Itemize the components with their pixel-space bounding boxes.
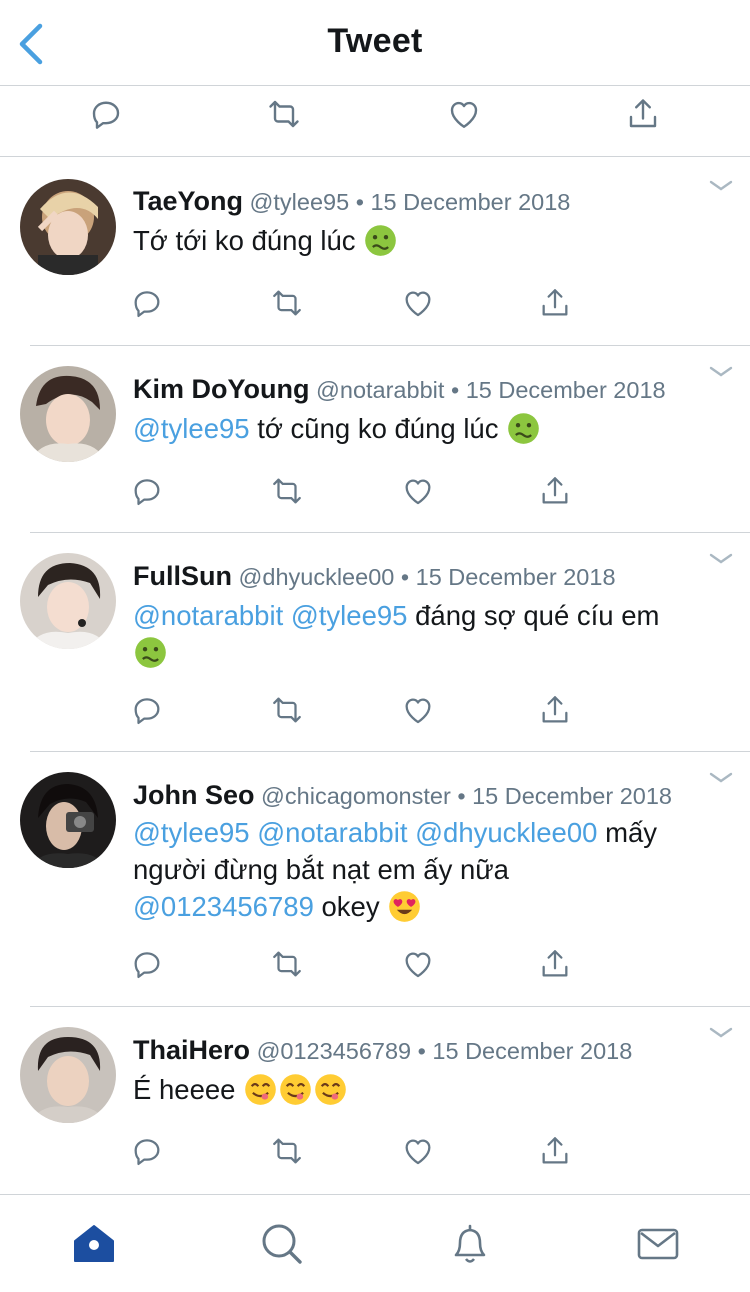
- user-name[interactable]: FullSun: [133, 561, 232, 591]
- avatar[interactable]: [20, 179, 116, 275]
- avatar[interactable]: [20, 366, 116, 462]
- user-handle[interactable]: @notarabbit: [316, 377, 444, 403]
- retweet-icon[interactable]: [270, 947, 306, 983]
- messages-icon[interactable]: [635, 1221, 681, 1267]
- user-name[interactable]: John Seo: [133, 780, 255, 810]
- tweet-text-content: Tớ tới ko đúng lúc: [133, 225, 356, 256]
- tweet-text: @tylee95 tớ cũng ko đúng lúc: [133, 410, 718, 447]
- nauseated-face-emoji: [133, 635, 168, 670]
- chevron-down-icon[interactable]: [708, 1025, 734, 1041]
- tweet-text-content: mấy: [605, 817, 658, 848]
- tweet-text-content: É heeee: [133, 1074, 236, 1105]
- avatar[interactable]: [20, 1027, 116, 1123]
- yum-face-emoji: [243, 1072, 278, 1107]
- like-icon[interactable]: [401, 693, 437, 729]
- separator: •: [400, 564, 410, 590]
- notifications-icon[interactable]: [447, 1221, 493, 1267]
- divider: [30, 751, 750, 752]
- tweet-header: TaeYong @tylee95 • 15 December 2018: [133, 186, 710, 217]
- tweet-date[interactable]: 15 December 2018: [472, 783, 672, 809]
- tweet-header: John Seo @chicagomonster • 15 December 2…: [133, 780, 710, 811]
- search-icon[interactable]: [259, 1221, 305, 1267]
- page-title: Tweet: [327, 22, 423, 60]
- tweet-date[interactable]: 15 December 2018: [432, 1038, 632, 1064]
- retweet-icon[interactable]: [270, 693, 306, 729]
- tweet-text-content: đáng sợ qué cíu em: [415, 600, 660, 631]
- avatar[interactable]: [20, 553, 116, 649]
- user-name[interactable]: TaeYong: [133, 186, 243, 216]
- retweet-icon[interactable]: [270, 286, 306, 322]
- mention-link[interactable]: @notarabbit @tylee95: [133, 600, 407, 631]
- like-icon[interactable]: [401, 947, 437, 983]
- separator: •: [355, 189, 364, 215]
- retweet-icon[interactable]: [270, 474, 306, 510]
- separator: •: [450, 377, 460, 403]
- tweet-text-content: người đừng bắt nạt em ấy nữa: [133, 854, 509, 885]
- like-icon[interactable]: [401, 1134, 437, 1170]
- yum-face-emoji: [313, 1072, 348, 1107]
- tweet-text-content: okey: [321, 891, 380, 922]
- tweet-date[interactable]: 15 December 2018: [416, 564, 616, 590]
- divider: [30, 345, 750, 346]
- like-icon[interactable]: [401, 286, 437, 322]
- heart-eyes-face-emoji: [387, 889, 422, 924]
- tweet-header: Kim DoYoung @notarabbit • 15 December 20…: [133, 374, 710, 405]
- chevron-down-icon[interactable]: [708, 364, 734, 380]
- share-icon[interactable]: [538, 286, 574, 322]
- user-handle[interactable]: @tylee95: [250, 189, 350, 215]
- reply-icon[interactable]: [88, 96, 128, 136]
- reply-icon[interactable]: [130, 1134, 166, 1170]
- mention-link[interactable]: @0123456789: [133, 891, 314, 922]
- user-name[interactable]: Kim DoYoung: [133, 374, 309, 404]
- main-tweet-actions: [0, 86, 750, 157]
- mention-link[interactable]: @tylee95 @notarabbit @dhyucklee00: [133, 817, 597, 848]
- tweet-date[interactable]: 15 December 2018: [370, 189, 570, 215]
- nauseated-face-emoji: [506, 411, 541, 446]
- retweet-icon[interactable]: [266, 96, 306, 136]
- reply-icon[interactable]: [130, 947, 166, 983]
- divider: [30, 532, 750, 533]
- reply-icon[interactable]: [130, 474, 166, 510]
- reply-icon[interactable]: [130, 693, 166, 729]
- tweet-actions: [0, 947, 750, 987]
- home-icon[interactable]: [71, 1221, 117, 1267]
- tweet-text: Tớ tới ko đúng lúc: [133, 222, 718, 259]
- chevron-down-icon[interactable]: [708, 770, 734, 786]
- yum-face-emoji: [278, 1072, 313, 1107]
- share-icon[interactable]: [538, 474, 574, 510]
- tweet-text-content: tớ cũng ko đúng lúc: [257, 413, 499, 444]
- user-handle[interactable]: @dhyucklee00: [239, 564, 395, 590]
- chevron-down-icon[interactable]: [708, 178, 734, 194]
- share-icon[interactable]: [538, 693, 574, 729]
- user-handle[interactable]: @0123456789: [257, 1038, 412, 1064]
- tweet-actions: [0, 1134, 750, 1174]
- bottom-tab-bar: [0, 1194, 750, 1292]
- share-icon[interactable]: [538, 1134, 574, 1170]
- separator: •: [457, 783, 466, 809]
- tweet-header: ThaiHero @0123456789 • 15 December 2018: [133, 1035, 710, 1066]
- user-name[interactable]: ThaiHero: [133, 1035, 250, 1065]
- share-icon[interactable]: [538, 947, 574, 983]
- tweet-actions: [0, 693, 750, 733]
- chevron-down-icon[interactable]: [708, 551, 734, 567]
- divider: [30, 1006, 750, 1007]
- retweet-icon[interactable]: [270, 1134, 306, 1170]
- user-handle[interactable]: @chicagomonster: [261, 783, 451, 809]
- tweet-actions: [0, 286, 750, 326]
- like-icon[interactable]: [401, 474, 437, 510]
- avatar[interactable]: [20, 772, 116, 868]
- tweet-text: @notarabbit @tylee95 đáng sợ qué cíu em: [133, 597, 718, 671]
- mention-link[interactable]: @tylee95: [133, 413, 250, 444]
- tweet-header: FullSun @dhyucklee00 • 15 December 2018: [133, 561, 710, 592]
- like-icon[interactable]: [446, 96, 486, 136]
- tweet-text: @tylee95 @notarabbit @dhyucklee00 mấy ng…: [133, 814, 718, 925]
- separator: •: [417, 1038, 426, 1064]
- nauseated-face-emoji: [363, 223, 398, 258]
- tweet-text: É heeee: [133, 1071, 718, 1108]
- top-bar: Tweet: [0, 0, 750, 86]
- reply-icon[interactable]: [130, 286, 166, 322]
- tweet-date[interactable]: 15 December 2018: [466, 377, 666, 403]
- share-icon[interactable]: [625, 96, 665, 136]
- tweet-actions: [0, 474, 750, 514]
